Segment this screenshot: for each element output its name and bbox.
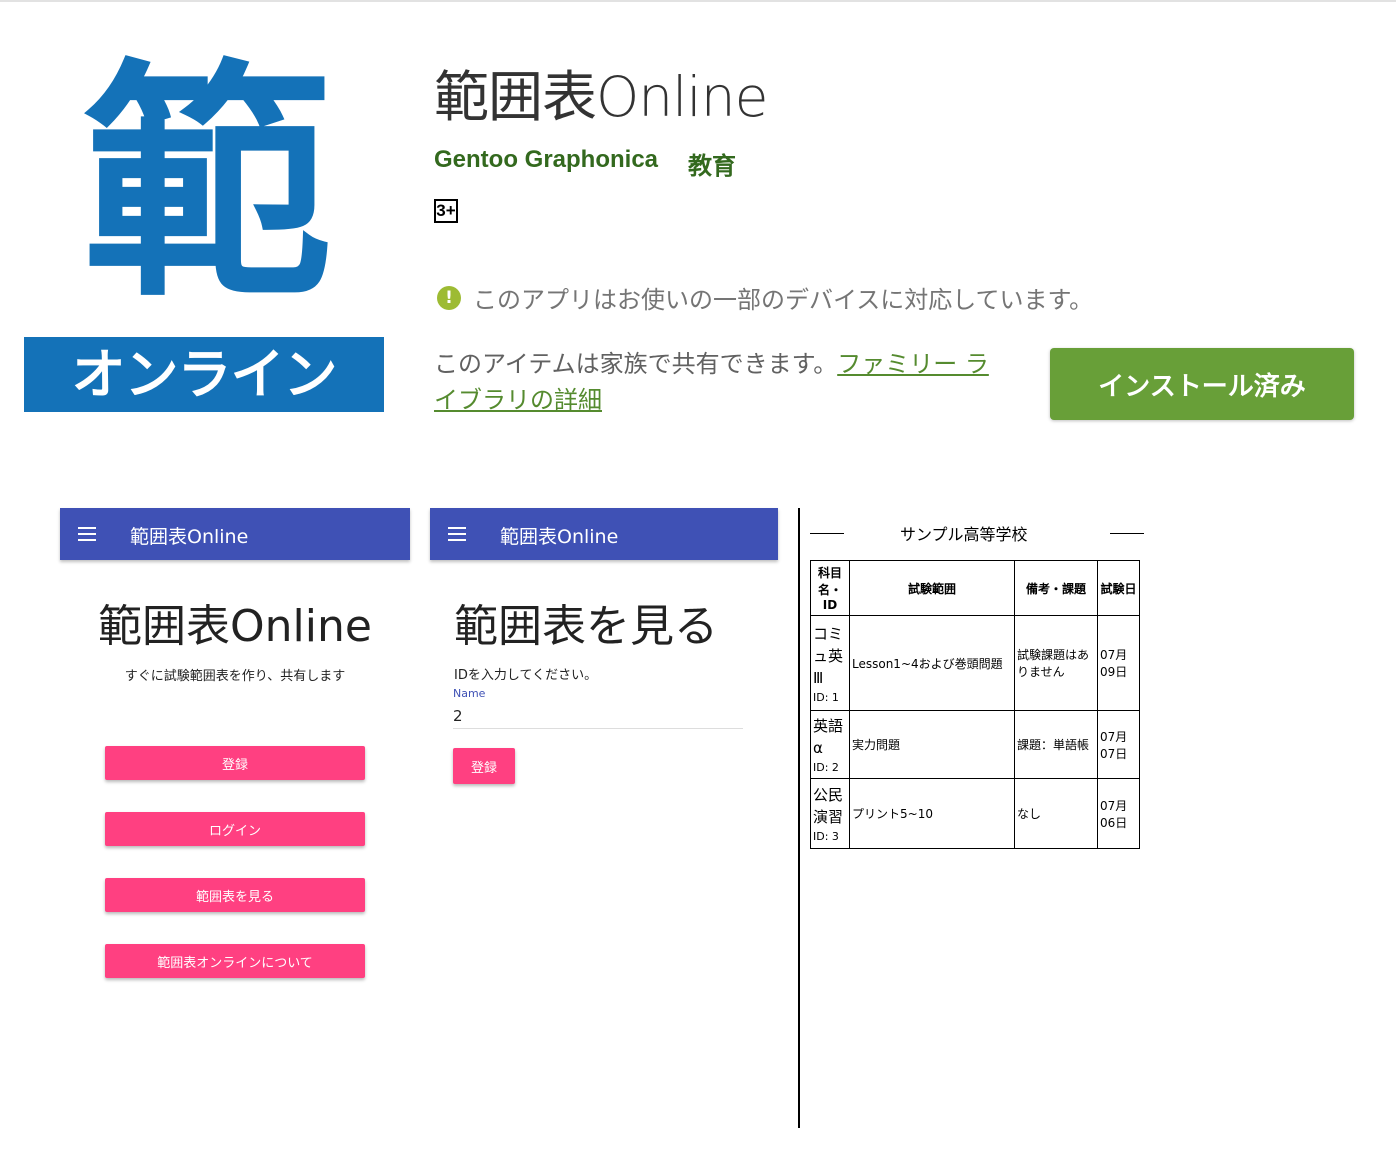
note-cell: 試験課題はありません	[1014, 615, 1098, 711]
date-cell: 07月07日	[1097, 710, 1140, 779]
family-text: このアイテムは家族で共有できます。	[434, 350, 838, 378]
family-library-notice: このアイテムは家族で共有できます。ファミリー ライブラリの詳細	[434, 346, 994, 418]
content-rating-badge: 3+	[434, 199, 458, 223]
name-input[interactable]	[453, 704, 743, 729]
col-header-note: 備考・課題	[1014, 560, 1098, 616]
date-cell: 07月06日	[1097, 778, 1140, 849]
category-link[interactable]: 教育	[688, 146, 736, 181]
table-header-row: 科目名・ID 試験範囲 備考・課題 試験日	[810, 560, 1140, 616]
col-header-subject: 科目名・ID	[810, 560, 850, 616]
app-bar: 範囲表Online	[60, 508, 410, 560]
date-cell: 07月09日	[1097, 615, 1140, 711]
app-title: 範囲表Online	[434, 65, 768, 129]
table-row: 英語α ID: 2 実力問題 課題：単語帳 07月07日	[810, 710, 1140, 779]
subject-id: ID: 2	[813, 761, 839, 774]
app-icon-band: オンライン	[24, 337, 384, 412]
top-divider	[0, 0, 1396, 2]
home-heading: 範囲表Online	[98, 601, 372, 652]
subject-name: 公民演習	[813, 786, 844, 826]
app-bar-title: 範囲表Online	[500, 526, 619, 548]
screenshot-view-range[interactable]: 範囲表Online 範囲表を見る IDを入力してください。 Name 登録	[430, 508, 778, 1128]
app-bar: 範囲表Online	[430, 508, 778, 560]
subject-name: コミュ英Ⅲ	[813, 624, 844, 687]
name-field-label: Name	[453, 687, 486, 700]
subject-cell: 英語α ID: 2	[810, 710, 850, 779]
login-button[interactable]: ログイン	[105, 812, 365, 846]
table-row: 公民演習 ID: 3 プリント5~10 なし 07月06日	[810, 778, 1140, 849]
note-cell: なし	[1014, 778, 1098, 849]
title-rule-left	[810, 533, 844, 534]
app-icon: 範 オンライン	[24, 45, 384, 415]
developer-link[interactable]: Gentoo Graphonica	[434, 146, 658, 174]
subject-cell: コミュ英Ⅲ ID: 1	[810, 615, 850, 711]
range-cell: 実力問題	[849, 710, 1015, 779]
compat-notice: ! このアプリはお使いの一部のデバイスに対応しています。	[437, 280, 1093, 315]
register-button[interactable]: 登録	[105, 746, 365, 780]
range-table: 科目名・ID 試験範囲 備考・課題 試験日 コミュ英Ⅲ ID: 1 Lesson1…	[810, 560, 1140, 849]
view-range-button[interactable]: 範囲表を見る	[105, 878, 365, 912]
screenshot-range-table: サンプル高等学校 科目名・ID 試験範囲 備考・課題 試験日 コミュ英Ⅲ ID: …	[798, 508, 1150, 1128]
install-button[interactable]: インストール済み	[1050, 348, 1354, 420]
range-cell: プリント5~10	[849, 778, 1015, 849]
table-row: コミュ英Ⅲ ID: 1 Lesson1~4および巻頭問題 試験課題はありません 0…	[810, 615, 1140, 711]
title-rule-right	[1110, 533, 1144, 534]
info-icon: !	[437, 285, 461, 310]
about-button[interactable]: 範囲表オンラインについて	[105, 944, 365, 978]
submit-button[interactable]: 登録	[453, 748, 515, 784]
subject-cell: 公民演習 ID: 3	[810, 778, 850, 849]
menu-icon[interactable]	[78, 527, 96, 541]
col-header-range: 試験範囲	[849, 560, 1015, 616]
subject-id: ID: 1	[813, 690, 839, 704]
app-icon-kanji: 範	[82, 39, 332, 330]
compat-text: このアプリはお使いの一部のデバイスに対応しています。	[473, 286, 1094, 314]
school-title: サンプル高等学校	[900, 525, 1028, 544]
screenshot-home[interactable]: 範囲表Online 範囲表Online すぐに試験範囲表を作り、共有します 登録…	[60, 508, 410, 1128]
view-range-heading: 範囲表を見る	[454, 601, 718, 652]
app-bar-title: 範囲表Online	[130, 526, 249, 548]
subject-id: ID: 3	[813, 830, 839, 843]
subject-name: 英語α	[813, 717, 844, 757]
menu-icon[interactable]	[448, 527, 466, 541]
col-header-date: 試験日	[1097, 560, 1140, 616]
home-subtitle: すぐに試験範囲表を作り、共有します	[124, 669, 346, 684]
note-cell: 課題：単語帳	[1014, 710, 1098, 779]
range-cell: Lesson1~4および巻頭問題	[849, 615, 1015, 711]
id-prompt: IDを入力してください。	[454, 668, 598, 683]
